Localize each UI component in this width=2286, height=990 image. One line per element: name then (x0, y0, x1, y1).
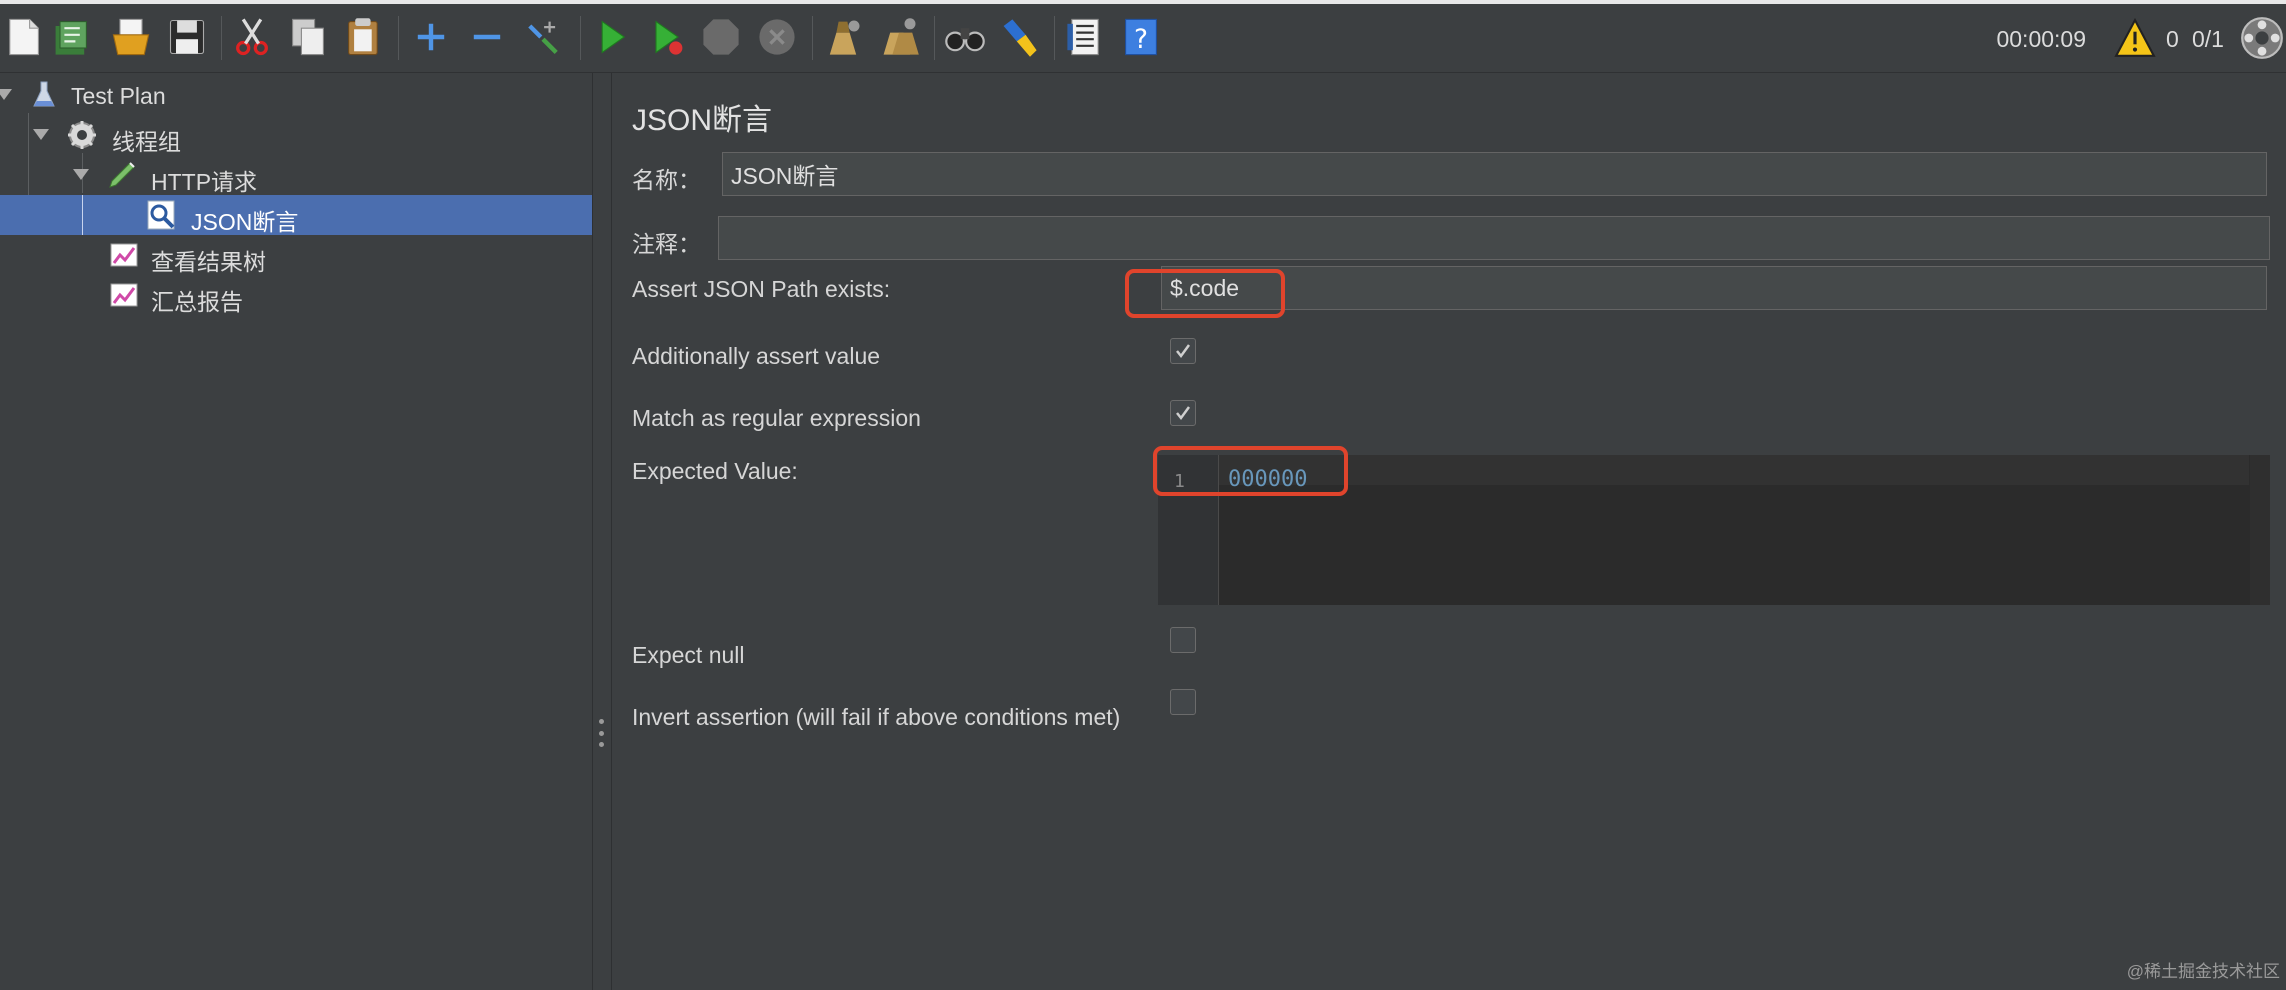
tree-item-label: 查看结果树 (151, 249, 266, 275)
search-icon[interactable] (942, 14, 988, 60)
expand-toggle-icon[interactable] (33, 129, 49, 140)
stop-icon[interactable] (698, 14, 744, 60)
toggle-icon[interactable] (520, 14, 566, 60)
expand-toggle-icon[interactable] (0, 89, 12, 100)
checkmark-icon (1176, 406, 1191, 421)
tree-item-view-results-tree[interactable]: 查看结果树 (0, 235, 592, 275)
current-line-highlight (1219, 455, 2249, 485)
help-icon[interactable]: ? (1118, 14, 1164, 60)
assert-value-label: Additionally assert value (632, 343, 881, 369)
clear-all-icon[interactable] (876, 14, 922, 60)
json-assertion-panel: JSON断言 名称： JSON断言 注释： Assert JSON Path e… (611, 73, 2286, 990)
toolbar-separator (934, 16, 935, 60)
tree-item-summary-report[interactable]: 汇总报告 (0, 275, 592, 315)
clear-icon[interactable] (820, 14, 866, 60)
thread-group-icon (68, 121, 96, 149)
tree-item-label: 汇总报告 (151, 289, 243, 315)
warning-count: 0 (2166, 26, 2179, 52)
name-label: 名称： (632, 167, 701, 193)
divider-grip-icon (599, 719, 605, 747)
svg-text:?: ? (1134, 24, 1148, 55)
tree-item-json-assertion[interactable]: JSON断言 (0, 195, 592, 235)
cut-icon[interactable] (229, 14, 275, 60)
toolbar-separator (812, 16, 813, 60)
copy-icon[interactable] (285, 14, 331, 60)
shutdown-icon[interactable] (754, 14, 800, 60)
test-plan-tree: Test Plan 线程组 HTTP请求 JSON断言 查看结果树 汇总报告 (0, 73, 592, 990)
comment-label: 注释： (632, 231, 701, 257)
highlight-box-path (1125, 269, 1285, 318)
expect-null-checkbox[interactable] (1170, 627, 1196, 653)
split-pane-divider[interactable] (592, 73, 612, 990)
json-path-label: Assert JSON Path exists: (632, 276, 891, 302)
name-field[interactable]: JSON断言 (722, 152, 2267, 196)
tree-item-thread-group[interactable]: 线程组 (0, 115, 592, 155)
invert-checkbox[interactable] (1170, 689, 1196, 715)
toolbar-separator (1054, 16, 1055, 60)
expand-toggle-icon[interactable] (73, 169, 89, 180)
collapse-icon[interactable] (464, 14, 510, 60)
run-status-icon (2241, 17, 2283, 59)
assertion-icon (147, 200, 175, 230)
toolbar-separator (398, 16, 399, 60)
http-sampler-icon (109, 162, 135, 188)
start-icon[interactable] (588, 14, 634, 60)
toolbar-separator (221, 16, 222, 60)
regex-checkbox[interactable] (1170, 400, 1196, 426)
comment-field[interactable] (718, 216, 2270, 260)
editor-scrollbar[interactable] (2250, 455, 2270, 605)
toolbar: ? 00:00:09 0 0/1 (0, 4, 2286, 73)
reset-search-icon[interactable] (996, 14, 1042, 60)
function-helper-icon[interactable] (1062, 14, 1108, 60)
test-plan-icon (33, 81, 55, 107)
toolbar-separator (580, 16, 581, 60)
panel-title: JSON断言 (632, 104, 773, 137)
expected-value-label: Expected Value: (632, 458, 798, 484)
regex-label: Match as regular expression (632, 405, 921, 431)
tree-item-test-plan[interactable]: Test Plan (0, 75, 592, 115)
new-icon[interactable] (0, 14, 46, 60)
expand-icon[interactable] (408, 14, 454, 60)
listener-icon (110, 283, 138, 307)
active-threads: 0/1 (2192, 26, 2224, 52)
paste-icon[interactable] (341, 14, 387, 60)
json-path-field[interactable]: $.code (1161, 266, 2267, 310)
tree-item-label: HTTP请求 (151, 169, 258, 195)
start-no-pause-icon[interactable] (644, 14, 690, 60)
watermark: @稀土掘金技术社区 (2126, 962, 2280, 981)
tree-item-label: JSON断言 (191, 209, 299, 235)
templates-icon[interactable] (48, 14, 94, 60)
listener-icon (110, 243, 138, 267)
tree-item-label: Test Plan (71, 83, 166, 109)
open-icon[interactable] (108, 14, 154, 60)
tree-item-label: 线程组 (112, 129, 181, 155)
warning-icon[interactable] (2114, 18, 2156, 58)
checkmark-icon (1176, 344, 1191, 359)
save-icon[interactable] (164, 14, 210, 60)
tree-guide-line (82, 195, 83, 235)
invert-label: Invert assertion (will fail if above con… (632, 704, 1121, 730)
tree-item-http-request[interactable]: HTTP请求 (0, 155, 592, 195)
expect-null-label: Expect null (632, 642, 745, 668)
highlight-box-expected (1153, 446, 1348, 496)
elapsed-timer: 00:00:09 (1996, 26, 2086, 52)
assert-value-checkbox[interactable] (1170, 338, 1196, 364)
